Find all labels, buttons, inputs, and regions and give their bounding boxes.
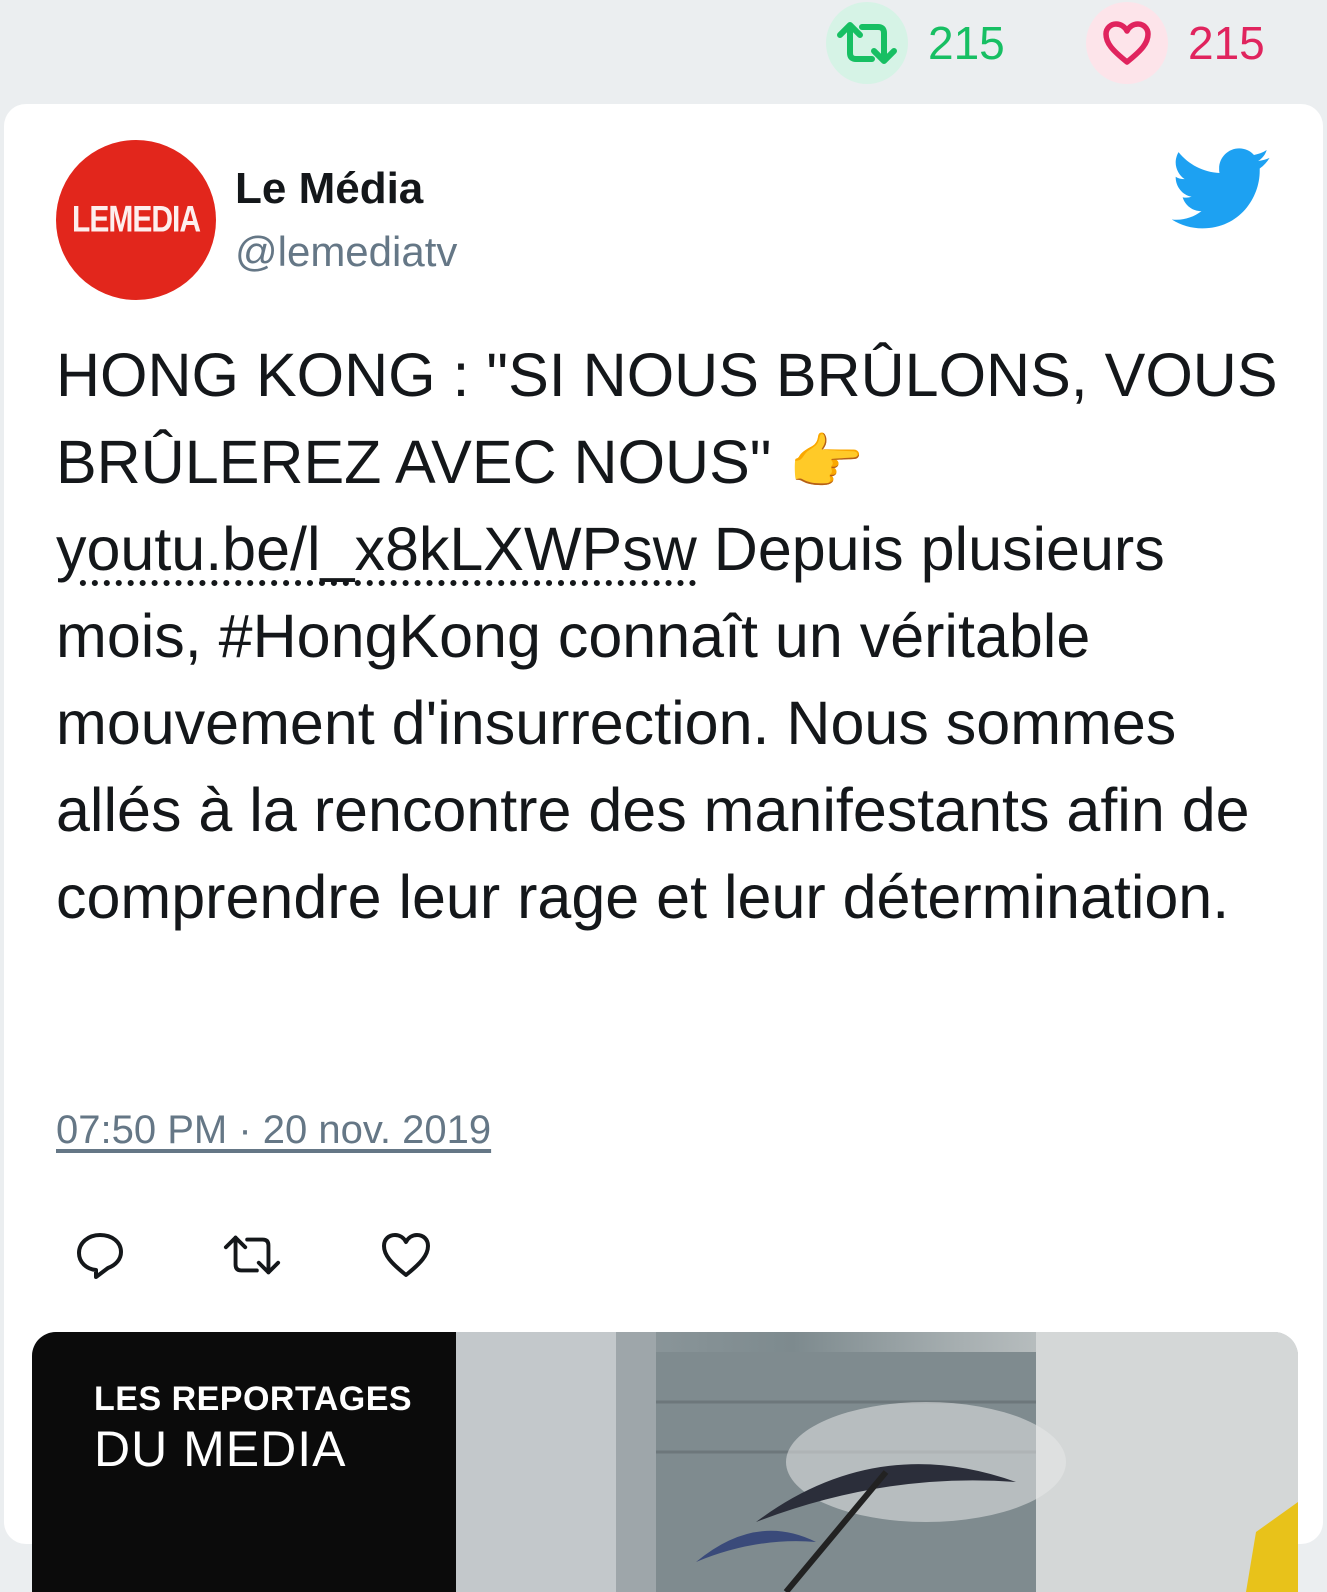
banner-title-line2: DU MEDIA (94, 1421, 347, 1477)
like-stat[interactable]: 215 (1086, 0, 1265, 86)
tweet-timestamp[interactable]: 07:50 PM · 20 nov. 2019 (56, 1108, 491, 1153)
retweet-count: 215 (928, 17, 1005, 69)
like-button[interactable] (376, 1225, 436, 1285)
reply-button[interactable] (70, 1225, 130, 1285)
tweet-text-intro: HONG KONG : "SI NOUS BRÛLONS, VOUS BRÛLE… (56, 341, 1278, 496)
media-photo (456, 1332, 1298, 1592)
twitter-bird-icon[interactable] (1172, 148, 1272, 230)
heart-icon[interactable] (1086, 2, 1168, 84)
media-banner: LES REPORTAGES DU MEDIA (32, 1332, 456, 1592)
engagement-stats: 215 215 (0, 0, 1327, 100)
retweet-stat[interactable]: 215 (826, 0, 1005, 86)
retweet-icon[interactable] (826, 2, 908, 84)
like-count: 215 (1188, 17, 1265, 69)
tweet-card: LEMEDIA Le Média @lemediatv HONG KONG : … (4, 104, 1323, 1592)
retweet-icon (223, 1235, 281, 1275)
retweet-button[interactable] (222, 1225, 282, 1285)
tweet-actions (56, 1220, 436, 1290)
heart-icon (382, 1233, 430, 1277)
banner-title-line1: LES REPORTAGES (94, 1380, 413, 1418)
avatar-logo: LEMEDIA (72, 198, 201, 240)
tweet-text: HONG KONG : "SI NOUS BRÛLONS, VOUS BRÛLE… (56, 332, 1286, 941)
youtube-link[interactable]: youtu.be/l_x8kLXWPsw (56, 515, 697, 583)
protest-photo-illustration (456, 1332, 1298, 1592)
avatar[interactable]: LEMEDIA (56, 140, 216, 300)
reply-icon (77, 1233, 123, 1279)
author-handle[interactable]: @lemediatv (235, 228, 457, 276)
media-preview[interactable]: LES REPORTAGES DU MEDIA (32, 1332, 1298, 1592)
author-display-name[interactable]: Le Média (235, 164, 423, 214)
